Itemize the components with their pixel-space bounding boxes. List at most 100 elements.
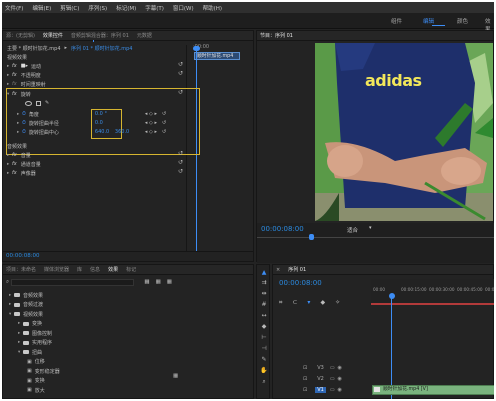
rolling-edit-tool-icon[interactable]: # — [260, 301, 268, 308]
property-value[interactable]: 0.0 ° — [95, 111, 115, 117]
hand-tool-icon[interactable]: ✋ — [260, 367, 268, 374]
mini-clip[interactable]: 顺时针加花.mp4 — [194, 52, 240, 60]
close-icon[interactable]: × — [276, 267, 280, 273]
tab-project-0[interactable]: 项目：未命名 — [6, 266, 36, 273]
property-value[interactable]: 0.0 — [95, 120, 115, 126]
lock-icon[interactable]: ⊡ — [303, 376, 307, 382]
marker-icon[interactable]: ◆ — [320, 299, 325, 307]
tab-metadata[interactable]: 元数据 — [137, 32, 152, 39]
timeline-clip-v1[interactable]: 顺时针加花.mp4 [V] — [372, 385, 494, 395]
program-playhead[interactable] — [309, 234, 314, 240]
rectangle-mask-icon[interactable] — [36, 100, 41, 106]
tab-sequence[interactable]: 序列 01 — [288, 266, 306, 273]
property-value[interactable]: 640.0 — [95, 129, 115, 135]
stopwatch-icon[interactable]: ⏱ — [22, 129, 26, 135]
stopwatch-icon[interactable]: ⏱ — [22, 120, 26, 126]
property-row[interactable]: ▸ ⏱ 角度 0.0 ° ◂ ◇ ▸ ↺ — [17, 110, 200, 118]
reset-icon[interactable]: ↺ — [178, 150, 183, 157]
menu-item[interactable]: 字幕(T) — [145, 4, 164, 12]
effect-folder[interactable]: ▸ 实用程序 — [18, 339, 52, 347]
timeline-ruler[interactable]: 00:00 00:00:15:00 00:00:30:00 00:00:45:00 00… — [371, 279, 494, 305]
tab-project-2[interactable]: 库 — [77, 266, 82, 273]
slip-tool-icon[interactable]: ⊢ — [260, 334, 268, 341]
program-scrubber[interactable] — [257, 237, 494, 238]
32bit-effects-icon[interactable]: ▦ — [156, 279, 161, 285]
yuv-effects-icon[interactable]: ▦ — [167, 279, 172, 285]
mini-playhead-handle[interactable] — [193, 46, 200, 51]
accelerated-effects-icon[interactable]: ▦ — [144, 279, 149, 285]
tab-source[interactable]: 源：(无剪辑) — [6, 32, 35, 39]
keyframe-nav-icon[interactable]: ◂ ◇ ▸ — [145, 120, 157, 126]
zoom-fit-select[interactable]: 适合 — [347, 226, 358, 234]
track-label[interactable]: V1 — [315, 386, 326, 393]
tab-audio-clip-mixer[interactable]: 音频剪辑混合器：序列 01 — [71, 32, 129, 39]
effect-item[interactable]: ▣ 位移 — [27, 358, 45, 366]
sync-lock-icon[interactable]: ▭ — [330, 387, 335, 393]
track-label[interactable]: V2 — [315, 376, 326, 382]
workspace-tab-color[interactable]: 颜色 — [457, 17, 468, 25]
effect-item[interactable]: ▣ 放大 — [27, 386, 45, 394]
effect-folder[interactable]: ▸ 图像控制 — [18, 329, 52, 337]
reset-icon[interactable]: ↺ — [178, 159, 183, 166]
reset-icon[interactable]: ↺ — [162, 120, 166, 126]
selection-tool-icon[interactable]: ▲ — [260, 269, 268, 276]
eye-icon[interactable]: ◉ — [338, 376, 342, 382]
property-row[interactable]: ▸ ⏱ 旋转扭曲中心 640.0 360.0 ◂ ◇ ▸ ↺ — [17, 128, 200, 136]
effect-row-opacity[interactable]: ▸ fx 不透明度 — [7, 71, 41, 79]
audio-effect-row[interactable]: ▸ fx 通道音量 — [7, 160, 41, 168]
keyframe-nav-icon[interactable]: ◂ ◇ ▸ — [145, 129, 157, 135]
lock-icon[interactable]: ⊡ — [303, 387, 307, 393]
zoom-tool-icon[interactable]: ⌕ — [260, 378, 268, 386]
ellipse-mask-icon[interactable] — [25, 100, 32, 106]
menu-item[interactable]: 标记(M) — [116, 4, 136, 12]
pen-mask-icon[interactable]: ✎ — [45, 100, 49, 106]
menu-item[interactable]: 序列(S) — [88, 4, 107, 12]
effect-folder[interactable]: ▾ 视频效果 — [9, 310, 43, 318]
audio-effect-row[interactable]: ▸ fx 声像器 — [7, 169, 36, 177]
effect-item[interactable]: ▣ 变换 — [27, 377, 45, 385]
eye-icon[interactable]: ◉ — [338, 365, 342, 371]
effect-folder[interactable]: ▸ 音频过渡 — [9, 301, 43, 309]
reset-icon[interactable]: ↺ — [178, 89, 183, 96]
eye-icon[interactable]: ◉ — [338, 387, 342, 393]
sync-lock-icon[interactable]: ▭ — [330, 365, 335, 371]
effect-row-time-remap[interactable]: ▸ fx 时间重映射 — [7, 80, 46, 88]
ripple-edit-tool-icon[interactable]: ⇹ — [260, 290, 268, 297]
audio-effect-row[interactable]: ▸ fx 音量 — [7, 151, 31, 159]
effect-folder[interactable]: ▸ 变换 — [18, 320, 42, 328]
mini-playhead[interactable] — [196, 49, 197, 261]
track-label[interactable]: V3 — [315, 365, 326, 371]
rate-stretch-tool-icon[interactable]: ↔ — [260, 312, 268, 319]
tab-project-3[interactable]: 信息 — [90, 266, 100, 273]
track-select-tool-icon[interactable]: ⇉ — [260, 279, 268, 286]
tab-effect-controls[interactable]: 效果控件 — [43, 32, 63, 39]
timeline-playhead[interactable] — [391, 295, 392, 399]
slide-tool-icon[interactable]: ⊣ — [260, 345, 268, 352]
effect-folder[interactable]: ▾ 扭曲 — [18, 348, 42, 356]
add-marker-icon[interactable]: ▾ — [307, 299, 310, 307]
wrench-icon[interactable]: ✧ — [335, 299, 340, 307]
keyframe-nav-icon[interactable]: ◂ ◇ ▸ — [145, 111, 157, 117]
effects-search-input[interactable] — [11, 278, 135, 286]
effect-row-motion[interactable]: ▸ fx ■▸ 运动 — [7, 62, 41, 70]
reset-icon[interactable]: ↺ — [178, 168, 183, 175]
menu-item[interactable]: 文件(F) — [5, 4, 23, 12]
sync-lock-icon[interactable]: ▭ — [330, 376, 335, 382]
reset-icon[interactable]: ↺ — [178, 61, 183, 68]
menu-item[interactable]: 帮助(H) — [203, 4, 222, 12]
reset-icon[interactable]: ↺ — [162, 129, 166, 135]
menu-item[interactable]: 剪辑(C) — [60, 4, 79, 12]
linked-selection-icon[interactable]: ⊂ — [292, 299, 297, 307]
razor-tool-icon[interactable]: ◆ — [260, 323, 268, 330]
effect-folder[interactable]: ▸ 音频效果 — [9, 291, 43, 299]
program-timecode[interactable]: 00:00:08:00 — [261, 225, 304, 233]
tab-project-4[interactable]: 效果 — [108, 266, 118, 273]
tab-program[interactable]: 节目：序列 01 — [260, 32, 293, 39]
sequence-header-label[interactable]: 序列 01 * 顺时针加花.mp4 — [71, 45, 132, 52]
property-value-2[interactable]: 360.0 — [115, 129, 135, 135]
chevron-down-icon[interactable]: ▾ — [369, 225, 372, 231]
timeline-timecode[interactable]: 00:00:08:00 — [279, 279, 322, 287]
reset-icon[interactable]: ↺ — [162, 111, 166, 117]
menu-item[interactable]: 窗口(W) — [173, 4, 194, 12]
effect-item[interactable]: ▣ 变形稳定器 — [27, 367, 60, 375]
